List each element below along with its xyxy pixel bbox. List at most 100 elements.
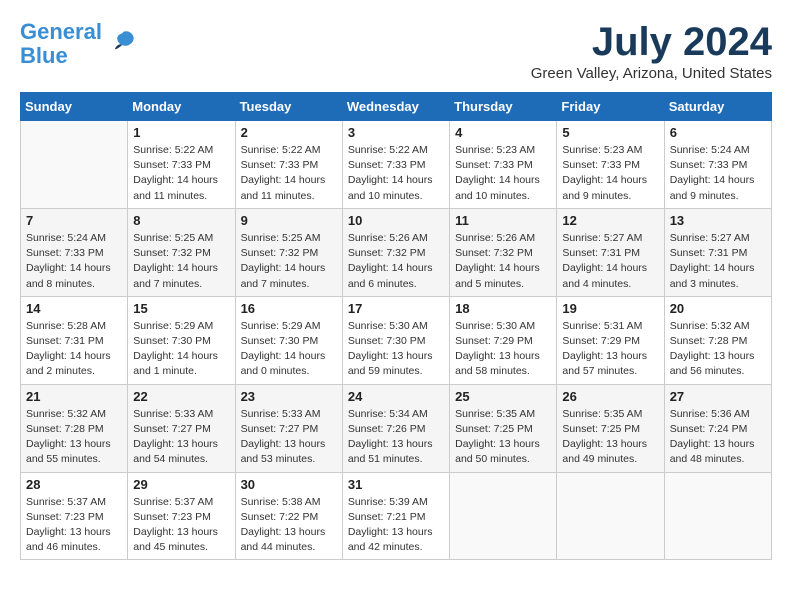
calendar-cell: 14 Sunrise: 5:28 AM Sunset: 7:31 PM Dayli… [21,296,128,384]
day-info: Sunrise: 5:30 AM Sunset: 7:30 PM Dayligh… [348,319,444,380]
day-number: 29 [133,477,229,492]
calendar-cell: 11 Sunrise: 5:26 AM Sunset: 7:32 PM Dayli… [450,208,557,296]
day-info: Sunrise: 5:32 AM Sunset: 7:28 PM Dayligh… [670,319,766,380]
page-header: General Blue July 2024 Green Valley, Ari… [20,20,772,82]
calendar-cell: 30 Sunrise: 5:38 AM Sunset: 7:22 PM Dayli… [235,472,342,560]
day-info: Sunrise: 5:27 AM Sunset: 7:31 PM Dayligh… [670,231,766,292]
day-info: Sunrise: 5:22 AM Sunset: 7:33 PM Dayligh… [133,143,229,204]
day-number: 9 [241,213,337,228]
day-info: Sunrise: 5:25 AM Sunset: 7:32 PM Dayligh… [241,231,337,292]
day-info: Sunrise: 5:37 AM Sunset: 7:23 PM Dayligh… [133,495,229,556]
day-info: Sunrise: 5:22 AM Sunset: 7:33 PM Dayligh… [348,143,444,204]
day-number: 16 [241,301,337,316]
day-number: 13 [670,213,766,228]
calendar-cell: 13 Sunrise: 5:27 AM Sunset: 7:31 PM Dayli… [664,208,771,296]
day-info: Sunrise: 5:35 AM Sunset: 7:25 PM Dayligh… [455,407,551,468]
calendar-cell [664,472,771,560]
day-info: Sunrise: 5:25 AM Sunset: 7:32 PM Dayligh… [133,231,229,292]
col-header-monday: Monday [128,93,235,121]
week-row-3: 14 Sunrise: 5:28 AM Sunset: 7:31 PM Dayli… [21,296,772,384]
calendar-table: SundayMondayTuesdayWednesdayThursdayFrid… [20,92,772,560]
calendar-cell: 27 Sunrise: 5:36 AM Sunset: 7:24 PM Dayli… [664,384,771,472]
title-area: July 2024 Green Valley, Arizona, United … [531,20,772,82]
calendar-cell: 2Sunrise: 5:22 AM Sunset: 7:33 PM Daylig… [235,121,342,209]
calendar-cell: 29 Sunrise: 5:37 AM Sunset: 7:23 PM Dayli… [128,472,235,560]
calendar-cell: 23 Sunrise: 5:33 AM Sunset: 7:27 PM Dayli… [235,384,342,472]
day-number: 20 [670,301,766,316]
day-number: 23 [241,389,337,404]
day-number: 11 [455,213,551,228]
day-info: Sunrise: 5:29 AM Sunset: 7:30 PM Dayligh… [133,319,229,380]
logo-general: General [20,20,102,44]
calendar-cell: 31Sunrise: 5:39 AM Sunset: 7:21 PM Dayli… [342,472,449,560]
header-row: SundayMondayTuesdayWednesdayThursdayFrid… [21,93,772,121]
day-number: 4 [455,125,551,140]
day-number: 18 [455,301,551,316]
calendar-cell: 20 Sunrise: 5:32 AM Sunset: 7:28 PM Dayli… [664,296,771,384]
logo: General Blue [20,20,138,68]
calendar-cell: 3Sunrise: 5:22 AM Sunset: 7:33 PM Daylig… [342,121,449,209]
calendar-cell: 17 Sunrise: 5:30 AM Sunset: 7:30 PM Dayli… [342,296,449,384]
day-number: 8 [133,213,229,228]
day-info: Sunrise: 5:24 AM Sunset: 7:33 PM Dayligh… [26,231,122,292]
calendar-cell [557,472,664,560]
day-info: Sunrise: 5:23 AM Sunset: 7:33 PM Dayligh… [562,143,658,204]
calendar-header: SundayMondayTuesdayWednesdayThursdayFrid… [21,93,772,121]
col-header-friday: Friday [557,93,664,121]
day-number: 1 [133,125,229,140]
day-info: Sunrise: 5:33 AM Sunset: 7:27 PM Dayligh… [241,407,337,468]
day-number: 26 [562,389,658,404]
day-number: 31 [348,477,444,492]
day-info: Sunrise: 5:24 AM Sunset: 7:33 PM Dayligh… [670,143,766,204]
day-info: Sunrise: 5:36 AM Sunset: 7:24 PM Dayligh… [670,407,766,468]
calendar-body: 1 Sunrise: 5:22 AM Sunset: 7:33 PM Daylig… [21,121,772,560]
day-info: Sunrise: 5:34 AM Sunset: 7:26 PM Dayligh… [348,407,444,468]
day-info: Sunrise: 5:31 AM Sunset: 7:29 PM Dayligh… [562,319,658,380]
week-row-5: 28 Sunrise: 5:37 AM Sunset: 7:23 PM Dayli… [21,472,772,560]
day-number: 22 [133,389,229,404]
col-header-tuesday: Tuesday [235,93,342,121]
day-number: 27 [670,389,766,404]
calendar-cell: 4Sunrise: 5:23 AM Sunset: 7:33 PM Daylig… [450,121,557,209]
day-number: 25 [455,389,551,404]
day-info: Sunrise: 5:30 AM Sunset: 7:29 PM Dayligh… [455,319,551,380]
calendar-cell: 28 Sunrise: 5:37 AM Sunset: 7:23 PM Dayli… [21,472,128,560]
day-number: 14 [26,301,122,316]
day-info: Sunrise: 5:37 AM Sunset: 7:23 PM Dayligh… [26,495,122,556]
calendar-cell: 26 Sunrise: 5:35 AM Sunset: 7:25 PM Dayli… [557,384,664,472]
calendar-cell: 7 Sunrise: 5:24 AM Sunset: 7:33 PM Daylig… [21,208,128,296]
calendar-cell: 18 Sunrise: 5:30 AM Sunset: 7:29 PM Dayli… [450,296,557,384]
calendar-cell [450,472,557,560]
calendar-cell: 12Sunrise: 5:27 AM Sunset: 7:31 PM Dayli… [557,208,664,296]
calendar-cell: 6Sunrise: 5:24 AM Sunset: 7:33 PM Daylig… [664,121,771,209]
col-header-wednesday: Wednesday [342,93,449,121]
week-row-4: 21Sunrise: 5:32 AM Sunset: 7:28 PM Dayli… [21,384,772,472]
day-info: Sunrise: 5:33 AM Sunset: 7:27 PM Dayligh… [133,407,229,468]
day-info: Sunrise: 5:38 AM Sunset: 7:22 PM Dayligh… [241,495,337,556]
day-number: 30 [241,477,337,492]
calendar-cell: 25 Sunrise: 5:35 AM Sunset: 7:25 PM Dayli… [450,384,557,472]
calendar-cell: 19Sunrise: 5:31 AM Sunset: 7:29 PM Dayli… [557,296,664,384]
day-number: 7 [26,213,122,228]
day-info: Sunrise: 5:28 AM Sunset: 7:31 PM Dayligh… [26,319,122,380]
day-info: Sunrise: 5:35 AM Sunset: 7:25 PM Dayligh… [562,407,658,468]
logo-bird-icon [108,27,138,62]
day-info: Sunrise: 5:32 AM Sunset: 7:28 PM Dayligh… [26,407,122,468]
day-info: Sunrise: 5:27 AM Sunset: 7:31 PM Dayligh… [562,231,658,292]
day-number: 15 [133,301,229,316]
calendar-cell: 16Sunrise: 5:29 AM Sunset: 7:30 PM Dayli… [235,296,342,384]
col-header-saturday: Saturday [664,93,771,121]
day-info: Sunrise: 5:26 AM Sunset: 7:32 PM Dayligh… [455,231,551,292]
location-subtitle: Green Valley, Arizona, United States [531,65,772,82]
calendar-cell: 8 Sunrise: 5:25 AM Sunset: 7:32 PM Daylig… [128,208,235,296]
logo-blue: Blue [20,44,102,68]
calendar-cell: 1 Sunrise: 5:22 AM Sunset: 7:33 PM Daylig… [128,121,235,209]
calendar-cell: 10Sunrise: 5:26 AM Sunset: 7:32 PM Dayli… [342,208,449,296]
calendar-cell: 9 Sunrise: 5:25 AM Sunset: 7:32 PM Daylig… [235,208,342,296]
day-number: 2 [241,125,337,140]
day-number: 28 [26,477,122,492]
day-number: 17 [348,301,444,316]
month-year-title: July 2024 [531,20,772,65]
calendar-cell: 15 Sunrise: 5:29 AM Sunset: 7:30 PM Dayli… [128,296,235,384]
day-number: 5 [562,125,658,140]
